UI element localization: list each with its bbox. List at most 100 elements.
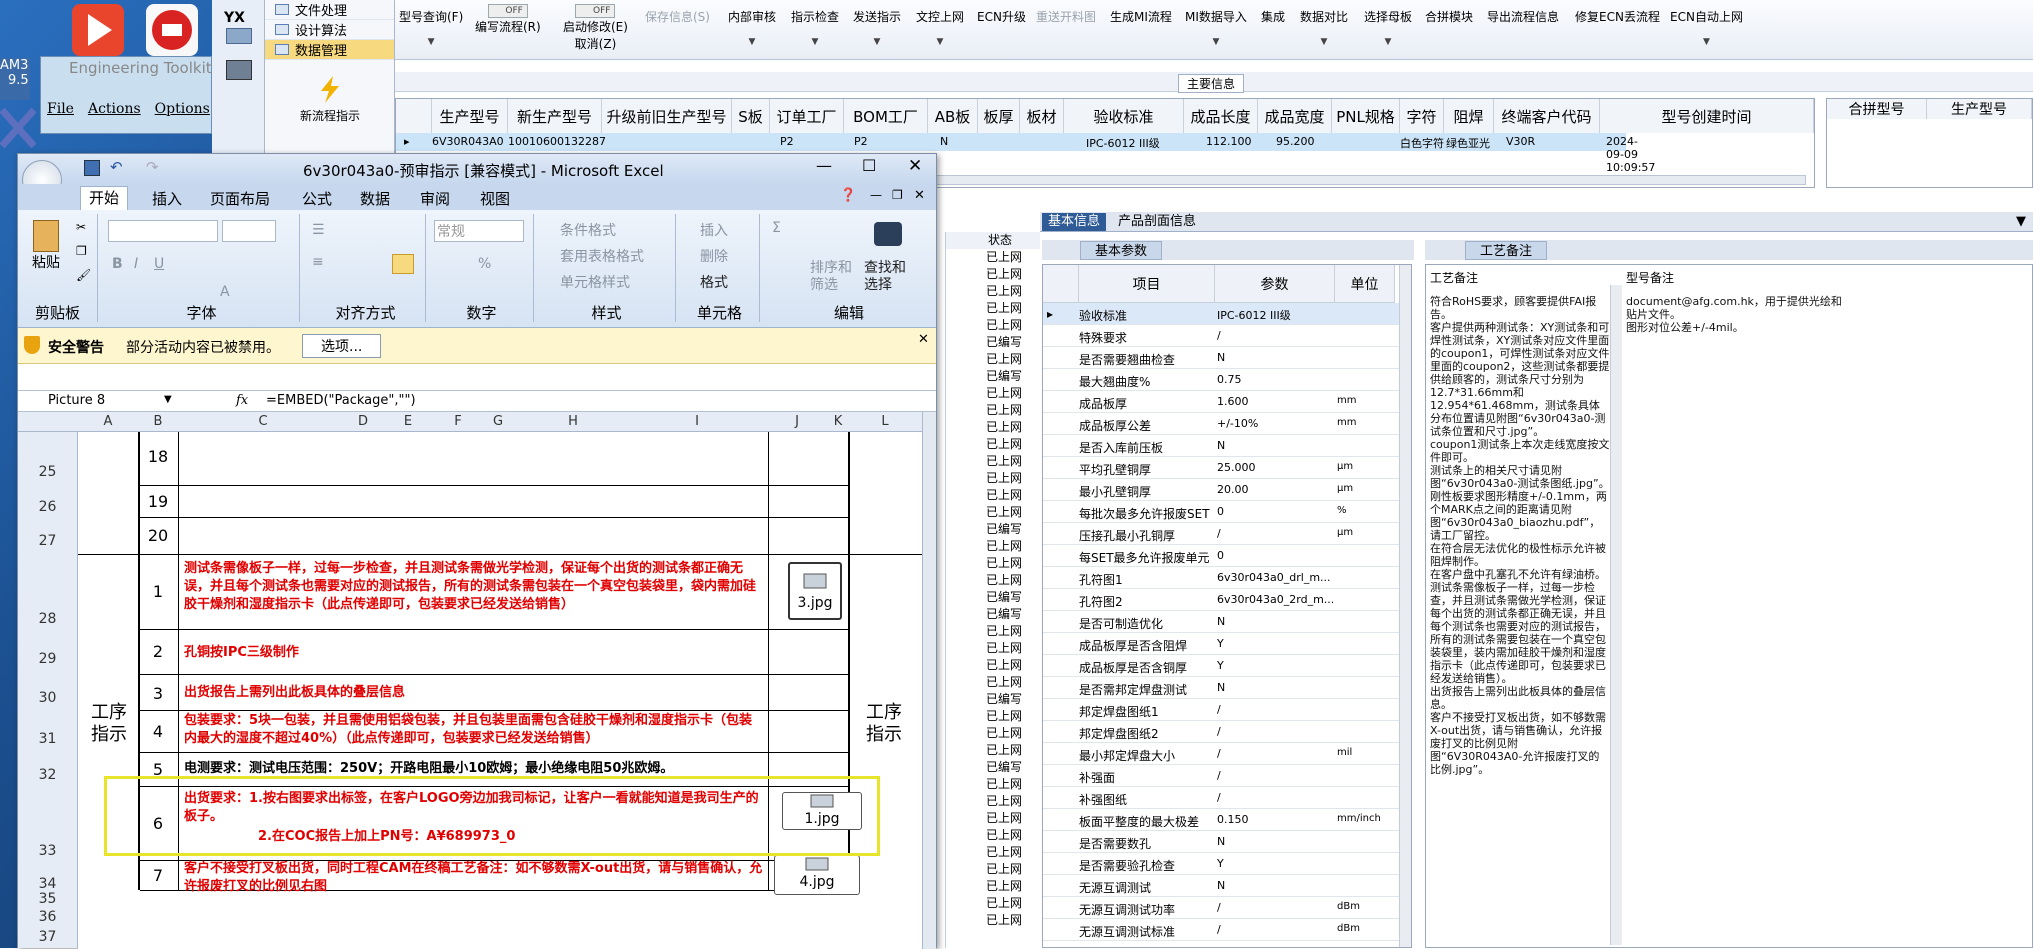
- status-item[interactable]: 已编写: [946, 368, 1040, 385]
- param-row[interactable]: 最小邦定焊盘大小 / mil: [1043, 743, 1411, 765]
- engineering-toolkit-window[interactable]: Engineering Toolkit File Actions Options: [40, 56, 212, 134]
- toggle-switch[interactable]: OFF: [487, 4, 528, 18]
- status-item[interactable]: 已上网: [946, 300, 1040, 317]
- col-board-thickness[interactable]: 板厚: [978, 99, 1020, 133]
- col-merge-model[interactable]: 合拼型号: [1827, 99, 1927, 119]
- row-header[interactable]: 28: [18, 554, 78, 629]
- param-row[interactable]: 成品板厚 1.600 mm: [1043, 391, 1411, 413]
- options-button[interactable]: 选项...: [302, 334, 382, 358]
- status-item[interactable]: 已上网: [946, 793, 1040, 810]
- nav-item-file-processing[interactable]: 文件处理: [265, 0, 394, 20]
- ribbon-close-icon[interactable]: ✕: [914, 188, 925, 203]
- status-item[interactable]: 已编写: [946, 334, 1040, 351]
- row-header[interactable]: 33: [18, 786, 78, 860]
- toolbar-ecn-auto[interactable]: ECN自动上网 ▼: [1670, 8, 1743, 47]
- menu-file[interactable]: File: [47, 101, 74, 117]
- undo-icon[interactable]: ↶: [110, 158, 123, 176]
- toolbar-integrate[interactable]: 集成: [1261, 8, 1285, 25]
- toolbar-merge-module[interactable]: 合拼模块: [1425, 8, 1473, 25]
- copy-icon[interactable]: ❐: [76, 244, 87, 258]
- tab-formulas[interactable]: 公式: [302, 188, 332, 209]
- toolbar-doc-upload[interactable]: 文控上网 ▼: [916, 8, 964, 47]
- param-row[interactable]: 补强面 /: [1043, 765, 1411, 787]
- ribbon-minimize-icon[interactable]: —: [870, 188, 882, 202]
- col-width[interactable]: 成品宽度: [1258, 99, 1332, 133]
- tab-home[interactable]: 开始: [80, 186, 129, 210]
- col-acceptance[interactable]: 验收标准: [1064, 99, 1184, 133]
- tab-basic-info[interactable]: 基本信息: [1042, 213, 1107, 231]
- status-item[interactable]: 已上网: [946, 878, 1040, 895]
- param-row[interactable]: 是否需要翘曲检查 N: [1043, 347, 1411, 369]
- status-item[interactable]: 已上网: [946, 470, 1040, 487]
- table-format-button[interactable]: 套用表格格式: [560, 246, 644, 266]
- param-row[interactable]: 是否可制造优化 N: [1043, 611, 1411, 633]
- status-item[interactable]: 已上网: [946, 351, 1040, 368]
- status-item[interactable]: 已上网: [946, 317, 1040, 334]
- app-icon-red-badge[interactable]: [146, 4, 198, 56]
- redo-icon[interactable]: ↷: [146, 158, 159, 176]
- status-item[interactable]: 已上网: [946, 453, 1040, 470]
- param-row[interactable]: 孔符图2 6v30r043a0_2rd_m...: [1043, 589, 1411, 611]
- row-header[interactable]: 29: [18, 629, 78, 674]
- align-top-icon[interactable]: ☰: [312, 222, 325, 238]
- status-item[interactable]: 已上网: [946, 249, 1040, 266]
- param-row[interactable]: 成品板厚是否含阻焊 Y: [1043, 633, 1411, 655]
- security-close-icon[interactable]: ✕: [918, 332, 929, 347]
- table-row[interactable]: ▸ 6V30R043A0 10010600132287 P2 P2 N IPC-…: [396, 133, 1655, 174]
- col-merge-production[interactable]: 生产型号: [1927, 99, 2032, 119]
- status-item[interactable]: 已上网: [946, 657, 1040, 674]
- cut-icon[interactable]: ✂: [76, 220, 86, 234]
- param-row[interactable]: 邦定焊盘图纸1/: [1043, 699, 1411, 721]
- toolbar-repair-ecn[interactable]: 修复ECN丢流程: [1575, 8, 1660, 25]
- status-item[interactable]: 已上网: [946, 436, 1040, 453]
- row-header[interactable]: 25: [18, 432, 78, 485]
- menu-actions[interactable]: Actions: [88, 101, 141, 117]
- toolbar-export-process[interactable]: 导出流程信息: [1487, 8, 1559, 25]
- wrap-text-icon[interactable]: [392, 254, 414, 274]
- param-row[interactable]: 板面平整度的最大极差 0.150 mm/inch: [1043, 809, 1411, 831]
- status-item[interactable]: 已上网: [946, 640, 1040, 657]
- attachment-3jpg[interactable]: 3.jpg: [788, 562, 842, 620]
- status-item[interactable]: 已上网: [946, 827, 1040, 844]
- minimize-button[interactable]: —: [816, 156, 832, 175]
- toggle-switch[interactable]: OFF: [575, 4, 616, 18]
- format-painter-icon[interactable]: 🖌: [76, 268, 91, 282]
- param-row[interactable]: 每SET最多允许报废单元 0: [1043, 545, 1411, 567]
- italic-icon[interactable]: I: [134, 256, 138, 272]
- param-row[interactable]: 是否需要数孔 N: [1043, 831, 1411, 853]
- status-item[interactable]: 已上网: [946, 572, 1040, 589]
- maximize-button[interactable]: ☐: [862, 156, 876, 175]
- sort-filter-button[interactable]: 排序和 筛选: [810, 260, 852, 294]
- param-row[interactable]: 补强图纸 /: [1043, 787, 1411, 809]
- name-box-arrow-icon[interactable]: ▼: [164, 394, 172, 405]
- notes-scrollbar[interactable]: [1610, 285, 1622, 945]
- status-item[interactable]: 已上网: [946, 402, 1040, 419]
- tab-process-notes[interactable]: 工艺备注: [1465, 241, 1548, 260]
- col-bom-factory[interactable]: BOM工厂: [844, 99, 928, 133]
- param-row[interactable]: 压接孔最小孔铜厚 / μm: [1043, 523, 1411, 545]
- percent-icon[interactable]: %: [478, 256, 491, 272]
- tab-view[interactable]: 视图: [480, 188, 510, 209]
- format-cells-button[interactable]: 格式: [700, 272, 728, 292]
- param-row[interactable]: 邦定焊盘图纸2/: [1043, 721, 1411, 743]
- menu-options[interactable]: Options: [155, 101, 210, 117]
- col-new-model[interactable]: 新生产型号: [508, 99, 602, 133]
- status-item[interactable]: 已上网: [946, 708, 1040, 725]
- col-unit[interactable]: 单位: [1335, 265, 1395, 303]
- param-row[interactable]: 孔符图1 6v30r043a0_drl_m...: [1043, 567, 1411, 589]
- save-icon[interactable]: [84, 160, 100, 176]
- row-header[interactable]: 27: [18, 517, 78, 554]
- process-notes-text[interactable]: 符合RoHS要求，顾客要提供FAI报告。 客户提供两种测试条：XY测试条和可焊性…: [1430, 295, 1610, 776]
- align-left-icon[interactable]: ≡: [312, 254, 324, 270]
- col-item[interactable]: 项目: [1079, 265, 1215, 303]
- font-color-icon[interactable]: A: [220, 284, 230, 300]
- status-item[interactable]: 已上网: [946, 538, 1040, 555]
- status-item[interactable]: 已上网: [946, 419, 1040, 436]
- col-production-model[interactable]: 生产型号: [432, 99, 508, 133]
- row-header[interactable]: 32: [18, 752, 78, 786]
- col-ab-board[interactable]: AB板: [928, 99, 978, 133]
- vertical-scrollbar[interactable]: [1399, 265, 1411, 947]
- printer-icon[interactable]: [226, 60, 252, 80]
- col-char[interactable]: 字符: [1400, 99, 1444, 133]
- toolbar-resend-cutting[interactable]: 重送开料图: [1036, 8, 1096, 25]
